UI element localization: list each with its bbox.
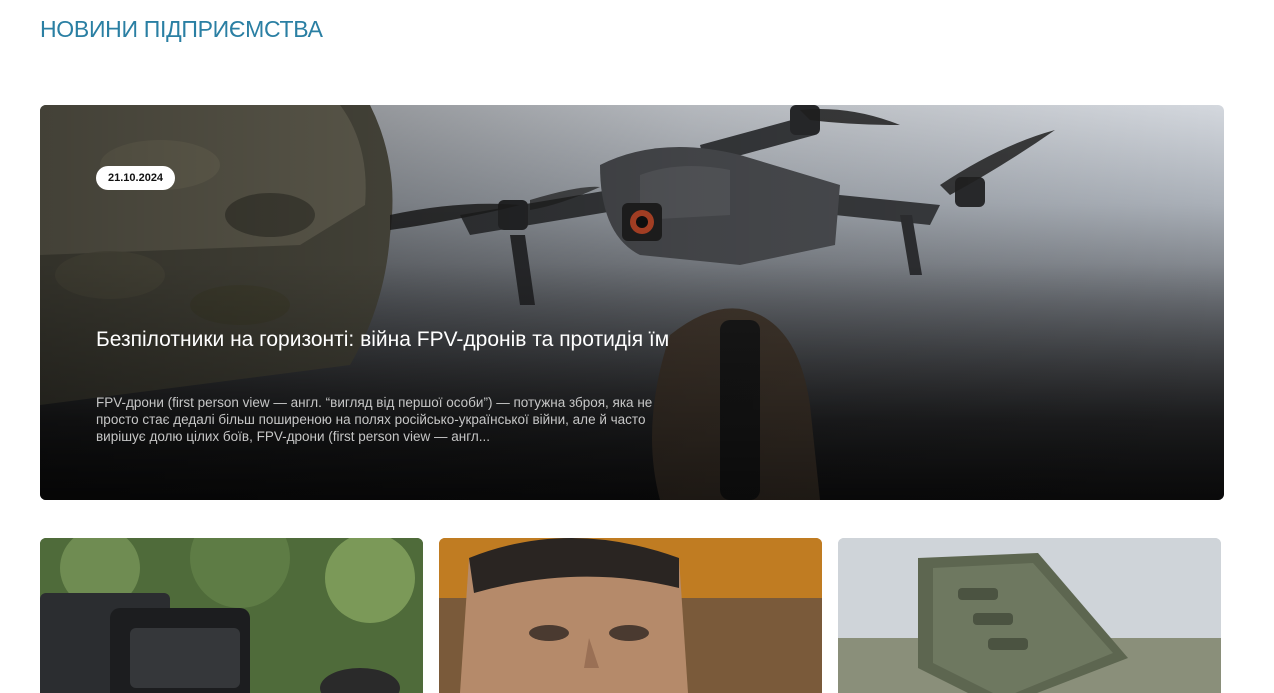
news-card[interactable]	[439, 538, 822, 693]
date-badge: 21.10.2024	[96, 166, 176, 190]
news-card[interactable]	[838, 538, 1221, 693]
featured-news-card[interactable]: 21.10.2024 Безпілотники на горизонті: ві…	[40, 105, 1224, 500]
news-card[interactable]	[40, 538, 423, 693]
featured-title[interactable]: Безпілотники на горизонті: війна FPV-дро…	[96, 327, 696, 352]
person-portrait-photo	[439, 538, 822, 693]
featured-excerpt: FPV-дрони (first person view — англ. “ви…	[96, 395, 653, 444]
section-title: НОВИНИ ПІДПРИЄМСТВА	[40, 16, 323, 42]
antenna-device-photo	[838, 538, 1221, 693]
military-equipment-photo	[40, 538, 423, 693]
news-page: НОВИНИ ПІДПРИЄМСТВА 21.10.2024 Безпілотн…	[0, 0, 1274, 693]
